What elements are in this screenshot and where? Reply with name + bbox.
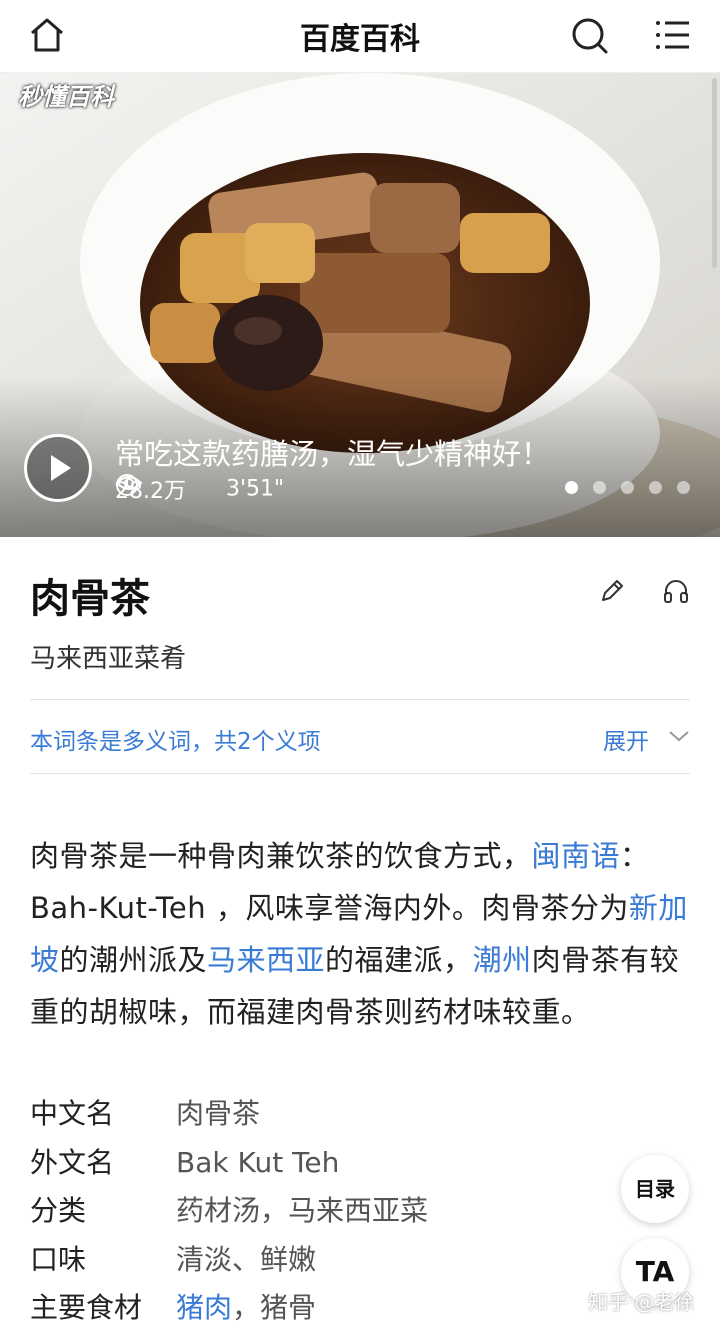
play-icon — [51, 455, 71, 481]
top-bar: 百度百科 — [0, 0, 720, 73]
app-title: 百度百科 — [300, 22, 420, 57]
video-duration: 3'51" — [226, 476, 285, 502]
scrollbar[interactable] — [712, 78, 717, 268]
edit-icon[interactable] — [598, 577, 626, 609]
video-source-logo: 秒懂百科 — [18, 83, 114, 111]
slide-dot[interactable] — [565, 481, 578, 494]
infobox-value-text: ，猪骨 — [232, 1291, 317, 1324]
infobox-value: 药材汤，马来西亚菜 — [176, 1194, 429, 1227]
headphones-icon[interactable] — [662, 577, 690, 609]
infobox-row: 分类 药材汤，马来西亚菜 — [30, 1191, 590, 1240]
entry-summary: 肉骨茶是一种骨肉兼饮茶的饮食方式，闽南语：Bah-Kut-Teh ，风味享誉海内… — [30, 830, 690, 1038]
search-icon[interactable] — [570, 16, 610, 60]
entry-subtitle: 马来西亚菜肴 — [30, 644, 187, 674]
slide-dot[interactable] — [649, 481, 662, 494]
video-meta: 28.2万 3'51" — [115, 473, 284, 505]
slide-indicator[interactable] — [550, 479, 690, 498]
clock-icon — [116, 474, 138, 496]
infobox-value: 清淡、鲜嫩 — [176, 1242, 317, 1276]
toc-button[interactable]: 目录 — [621, 1155, 689, 1223]
link-malaysia[interactable]: 马来西亚 — [207, 943, 325, 977]
infobox-row: 口味 清淡、鲜嫩 — [30, 1240, 590, 1289]
menu-icon[interactable] — [654, 16, 692, 58]
infobox-row: 外文名 Bak Kut Teh — [30, 1143, 590, 1192]
divider — [30, 773, 690, 774]
infobox-row: 主要食材 猪肉，猪骨 — [30, 1288, 590, 1337]
infobox-key: 外文名 — [30, 1145, 115, 1179]
video-caption: 常吃这款药膳汤，湿气少精神好！ — [115, 437, 551, 471]
infobox-value: Bak Kut Teh — [176, 1145, 340, 1179]
infobox-key: 口味 — [30, 1242, 87, 1276]
link-minnan[interactable]: 闽南语 — [532, 839, 621, 873]
slide-dot[interactable] — [593, 481, 606, 494]
infobox-value: 猪肉，猪骨 — [176, 1291, 316, 1324]
summary-text: 的潮州派及 — [59, 943, 208, 977]
entry-title: 肉骨茶 — [30, 576, 150, 622]
expand-button[interactable]: 展开 — [603, 722, 649, 756]
chevron-down-icon[interactable] — [668, 728, 690, 747]
video-banner[interactable]: 秒懂百科 常吃这款药膳汤，湿气少精神好！ 28.2万 3'51" — [0, 73, 720, 537]
infobox-row: 中文名 肉骨茶 — [30, 1094, 590, 1143]
watermark: 知乎 @老徐 — [588, 1290, 695, 1314]
play-button[interactable] — [24, 434, 92, 502]
link-pork[interactable]: 猪肉 — [176, 1291, 232, 1324]
infobox-key: 主要食材 — [30, 1291, 143, 1324]
link-chaozhou[interactable]: 潮州 — [473, 943, 532, 977]
polysemy-notice[interactable]: 本词条是多义词，共2个义项 — [30, 722, 321, 756]
infobox-key: 中文名 — [30, 1097, 115, 1130]
infobox: 中文名 肉骨茶 外文名 Bak Kut Teh 分类 药材汤，马来西亚菜 口味 清淡、鲜… — [30, 1094, 590, 1337]
infobox-value: 肉骨茶 — [176, 1097, 261, 1130]
infobox-key: 分类 — [30, 1194, 87, 1227]
divider — [30, 699, 690, 700]
summary-text: 的福建派， — [325, 943, 473, 977]
slide-dot[interactable] — [621, 481, 634, 494]
slide-dot[interactable] — [677, 481, 690, 494]
summary-text: 肉骨茶是一种骨肉兼饮茶的饮食方式， — [30, 839, 532, 873]
